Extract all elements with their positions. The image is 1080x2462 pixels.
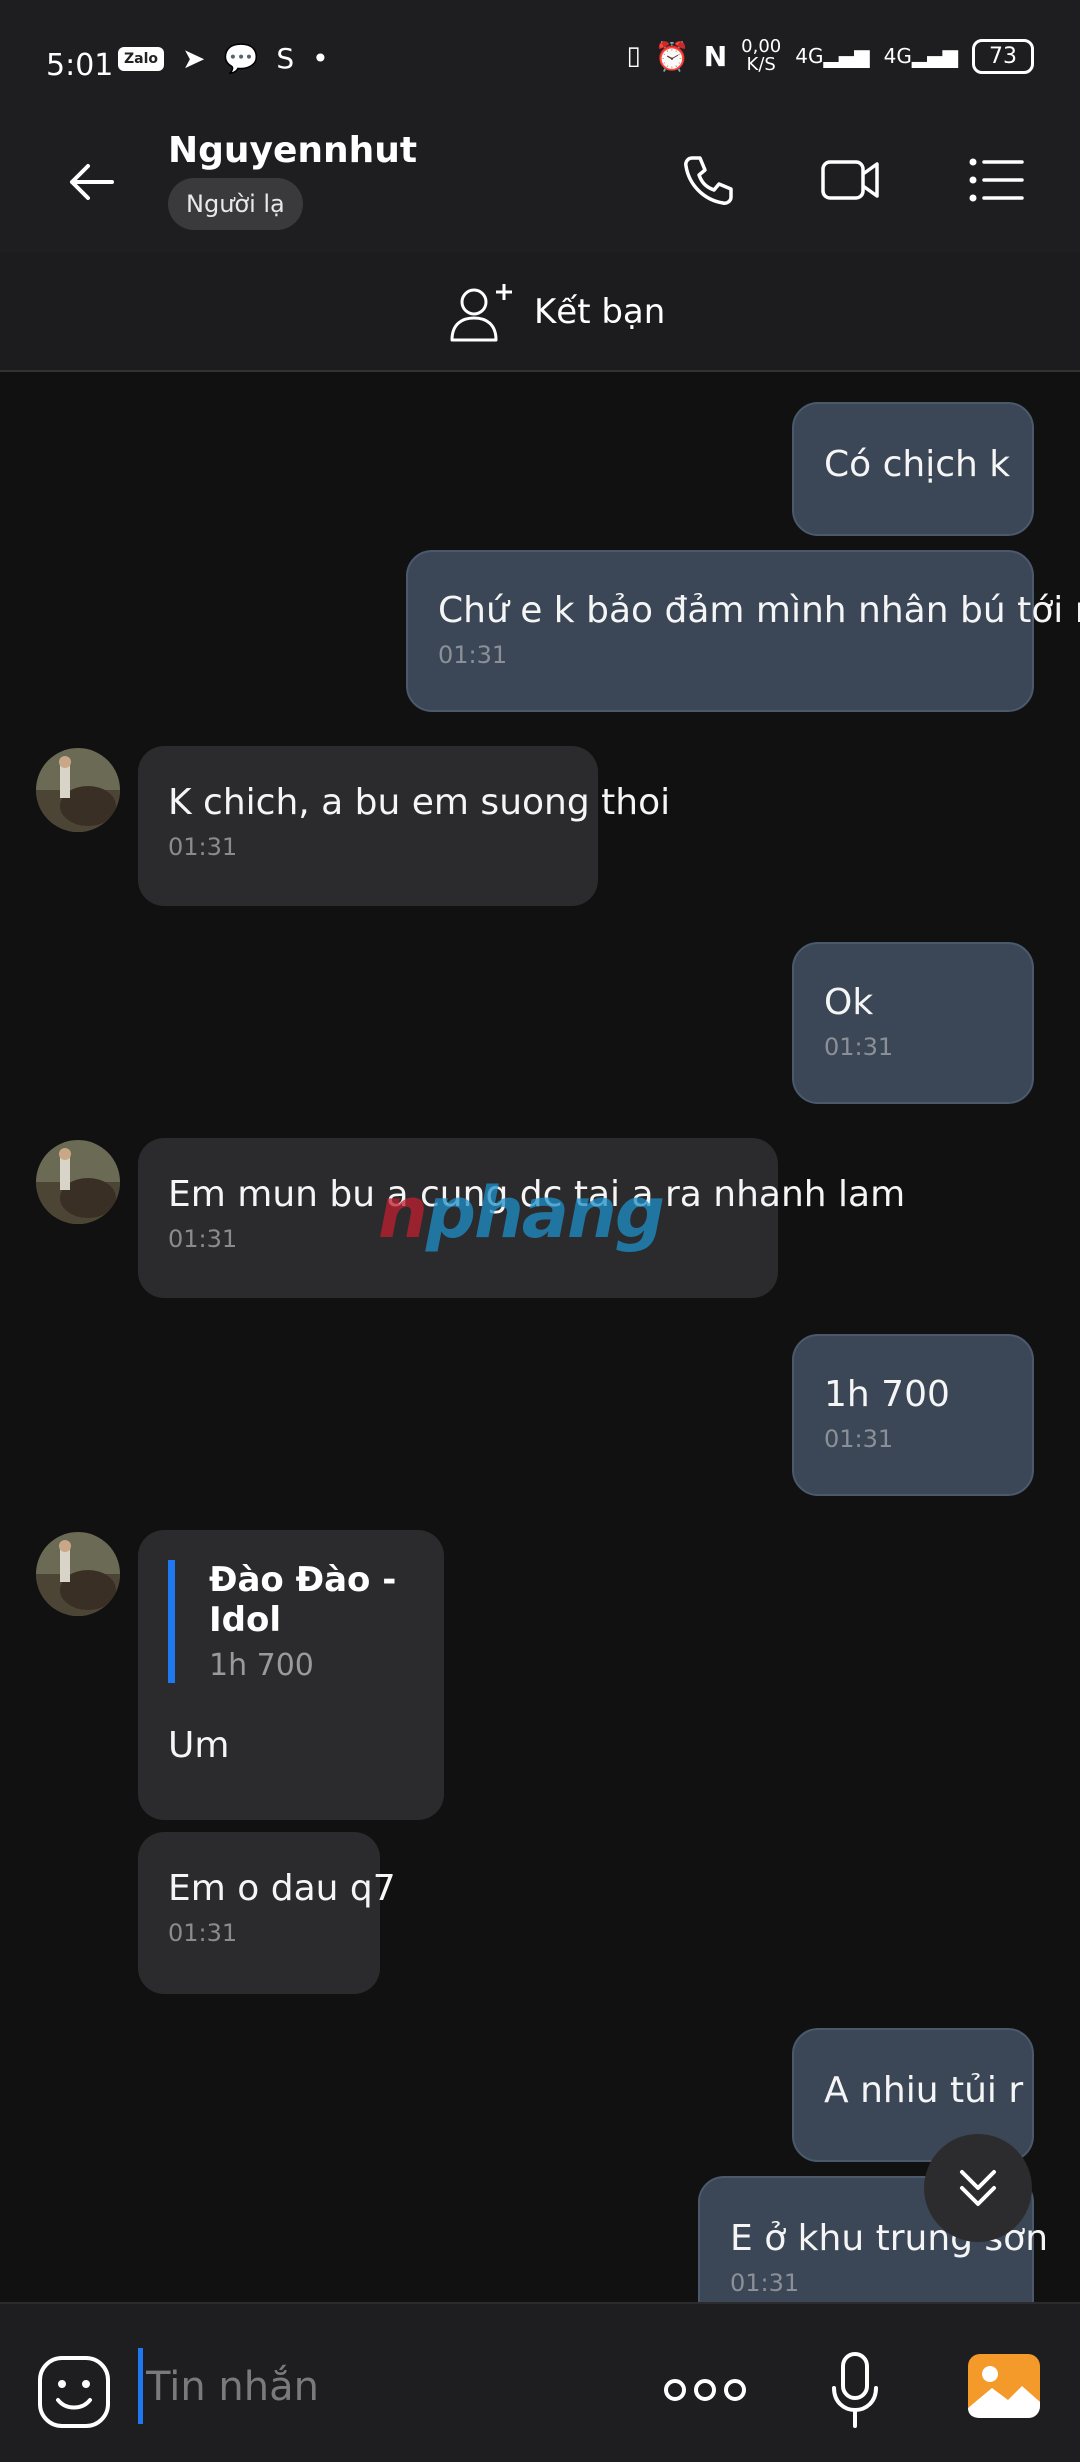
- vibrate-icon: ▯: [626, 41, 641, 71]
- more-options-icon[interactable]: [662, 2368, 748, 2412]
- message-bubble[interactable]: Có chịch k: [792, 402, 1034, 536]
- text-cursor: [138, 2348, 143, 2424]
- s-app-icon: S: [276, 42, 295, 75]
- nfc-icon: N: [703, 39, 728, 73]
- add-friend-label: Kết bạn: [534, 292, 666, 332]
- signal-icon-2: 4G▂▄▆: [883, 44, 958, 68]
- message-bubble[interactable]: 1h 700 01:31: [792, 1334, 1034, 1496]
- quoted-message[interactable]: Đào Đào - Idol 1h 700: [168, 1560, 414, 1683]
- video-call-icon[interactable]: [820, 150, 880, 210]
- message-time: 01:31: [730, 2269, 800, 2297]
- message-time: 01:31: [168, 833, 238, 861]
- double-chevron-down-icon: [960, 2170, 996, 2206]
- sticker-icon[interactable]: [36, 2354, 112, 2430]
- microphone-icon[interactable]: [830, 2350, 880, 2430]
- message-input[interactable]: [144, 2348, 608, 2426]
- messenger-icon: 💬: [223, 42, 259, 75]
- message-bubble[interactable]: Ok 01:31: [792, 942, 1034, 1104]
- data-speed: 0,00 K/S: [741, 36, 782, 75]
- avatar[interactable]: [36, 1140, 120, 1224]
- quote-text: 1h 700: [209, 1648, 314, 1683]
- reply-message-bubble[interactable]: Đào Đào - Idol 1h 700 Um: [138, 1530, 444, 1820]
- zalo-icon: Zalo: [118, 46, 165, 71]
- message-bubble[interactable]: Chứ e k bảo đảm mình nhân bú tới ra 01:3…: [406, 550, 1080, 712]
- signal-icon-1: 4G▂▄▆: [795, 44, 870, 68]
- avatar[interactable]: [36, 748, 120, 832]
- message-time: 01:31: [168, 1919, 238, 1947]
- add-friend-icon: [450, 284, 512, 342]
- quote-author: Đào Đào - Idol: [209, 1560, 397, 1640]
- message-time: 01:31: [824, 1033, 894, 1061]
- avatar[interactable]: [36, 1532, 120, 1616]
- battery-indicator: 73: [972, 38, 1034, 74]
- telegram-icon: ➤: [182, 42, 206, 75]
- image-gallery-icon[interactable]: [966, 2348, 1042, 2424]
- alarm-icon: ⏰: [654, 39, 690, 73]
- chat-header: Nguyennhut Người lạ: [0, 108, 1080, 252]
- add-friend-bar: Kết bạn: [0, 252, 1080, 372]
- status-time: 5:01: [46, 48, 114, 83]
- back-arrow-icon[interactable]: [62, 152, 122, 212]
- notification-icons: Zalo ➤ 💬 S •: [118, 42, 329, 75]
- stranger-badge: Người lạ: [168, 178, 303, 230]
- contact-name[interactable]: Nguyennhut: [168, 130, 417, 171]
- watermark-logo: nphang: [378, 1172, 665, 1254]
- message-time: 01:31: [824, 1425, 894, 1453]
- message-input-bar: [0, 2302, 1080, 2462]
- menu-list-icon[interactable]: [966, 150, 1026, 210]
- message-bubble[interactable]: K chich, a bu em suong thoi 01:31: [138, 746, 670, 906]
- status-bar: 5:01 Zalo ➤ 💬 S • ▯ ⏰ N 0,00 K/S 4G▂▄▆ 4…: [0, 0, 1080, 108]
- scroll-to-bottom-button[interactable]: [924, 2134, 1032, 2242]
- phone-call-icon[interactable]: [678, 150, 738, 210]
- message-bubble[interactable]: Em o dau q7 01:31: [138, 1832, 396, 1994]
- message-list[interactable]: Có chịch k Chứ e k bảo đảm mình nhân bú …: [0, 372, 1080, 2302]
- system-indicators: ▯ ⏰ N 0,00 K/S 4G▂▄▆ 4G▂▄▆ 73: [627, 38, 1034, 74]
- add-friend-button[interactable]: Kết bạn: [448, 280, 665, 344]
- dot-icon: •: [312, 42, 329, 75]
- message-time: 01:31: [438, 641, 508, 669]
